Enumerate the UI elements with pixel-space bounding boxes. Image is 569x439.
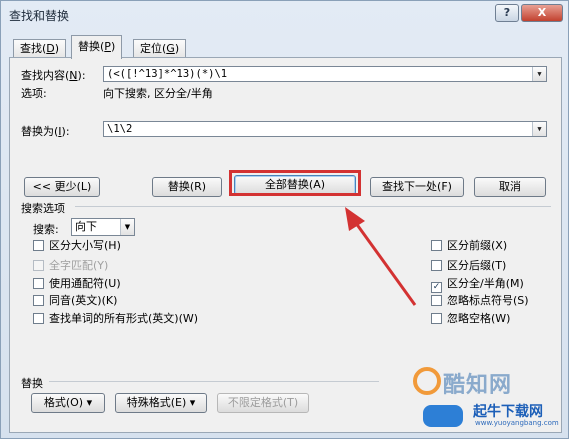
checkbox-box[interactable] [431, 295, 442, 306]
find-input[interactable]: (<([!^13]*^13)(*)\1 ▼ [103, 66, 547, 82]
find-next-button[interactable]: 查找下一处(F) [370, 177, 464, 197]
format-button[interactable]: 格式(O) ▾ [31, 393, 105, 413]
search-options-title: 搜索选项 [21, 202, 65, 215]
checkbox-box[interactable] [431, 240, 442, 251]
replace-button[interactable]: 替换(R) [152, 177, 222, 197]
whole-word-checkbox[interactable]: 全字匹配(Y) [33, 259, 108, 273]
special-format-button[interactable]: 特殊格式(E) ▾ [115, 393, 207, 413]
checkbox-box[interactable] [33, 313, 44, 324]
title-bar: 查找和替换 ? X [1, 1, 568, 29]
help-button[interactable]: ? [495, 4, 519, 22]
watermark-url: www.yuoyangbang.com [475, 419, 559, 427]
close-button[interactable]: X [521, 4, 563, 22]
car-logo-icon [423, 405, 463, 427]
find-replace-dialog: 查找和替换 ? X 查找(D) 替换(P) 定位(G) 查找内容(N): (<(… [0, 0, 569, 439]
chevron-down-icon[interactable]: ▼ [532, 122, 546, 136]
watermark-sub: 起牛下载网 [473, 404, 543, 420]
sounds-like-checkbox[interactable]: 同音(英文)(K) [33, 294, 117, 308]
chevron-down-icon[interactable]: ▼ [532, 67, 546, 81]
replace-label: 替换为(I): [21, 125, 70, 138]
find-label: 查找内容(N): [21, 69, 86, 82]
red-arrow-icon [345, 207, 417, 306]
dialog-title: 查找和替换 [9, 9, 70, 23]
highlight-box [229, 170, 361, 196]
tab-goto[interactable]: 定位(G) [133, 39, 187, 59]
wildcards-checkbox[interactable]: 使用通配符(U) [33, 277, 121, 291]
find-input-value: (<([!^13]*^13)(*)\1 [107, 68, 228, 80]
match-width-checkbox[interactable]: ✓ 区分全/半角(M) [431, 277, 524, 293]
search-direction-label: 搜索: [33, 223, 59, 236]
checkbox-box[interactable] [33, 295, 44, 306]
replace-input[interactable]: \1\2 ▼ [103, 121, 547, 137]
chevron-down-icon[interactable]: ▼ [120, 219, 134, 235]
tab-goto-label: 定位 [140, 42, 162, 55]
options-value: 向下搜索, 区分全/半角 [103, 87, 213, 100]
tab-replace[interactable]: 替换(P) [71, 35, 123, 59]
divider [49, 381, 379, 382]
search-direction-select[interactable]: 向下 ▼ [71, 218, 135, 236]
match-case-checkbox[interactable]: 区分大小写(H) [33, 239, 121, 253]
checkbox-box[interactable] [431, 313, 442, 324]
tab-find[interactable]: 查找(D) [13, 39, 67, 59]
ignore-punctuation-checkbox[interactable]: 忽略标点符号(S) [431, 294, 529, 308]
search-direction-value: 向下 [75, 220, 97, 233]
tab-replace-label: 替换 [78, 40, 100, 53]
checkbox-box[interactable] [33, 240, 44, 251]
checkmark-icon[interactable]: ✓ [431, 282, 442, 293]
checkbox-box[interactable] [33, 278, 44, 289]
watermark-brand: 酷知网 [443, 373, 513, 398]
options-label: 选项: [21, 87, 47, 100]
checkbox-box[interactable] [33, 260, 44, 271]
match-suffix-checkbox[interactable]: 区分后缀(T) [431, 259, 506, 273]
ignore-space-checkbox[interactable]: 忽略空格(W) [431, 312, 510, 326]
match-prefix-checkbox[interactable]: 区分前缀(X) [431, 239, 507, 253]
divider [75, 206, 551, 207]
less-button[interactable]: << 更少(L) [24, 177, 100, 197]
replace-input-value: \1\2 [107, 123, 133, 135]
tab-find-label: 查找 [20, 42, 42, 55]
cancel-button[interactable]: 取消 [474, 177, 546, 197]
watermark: 酷知网 起牛下载网 www.yuoyangbang.com [403, 361, 563, 435]
brand-logo-icon [413, 367, 441, 395]
checkbox-box[interactable] [431, 260, 442, 271]
word-forms-checkbox[interactable]: 查找单词的所有形式(英文)(W) [33, 312, 198, 326]
no-formatting-button[interactable]: 不限定格式(T) [217, 393, 309, 413]
replace-section-title: 替换 [21, 377, 43, 390]
